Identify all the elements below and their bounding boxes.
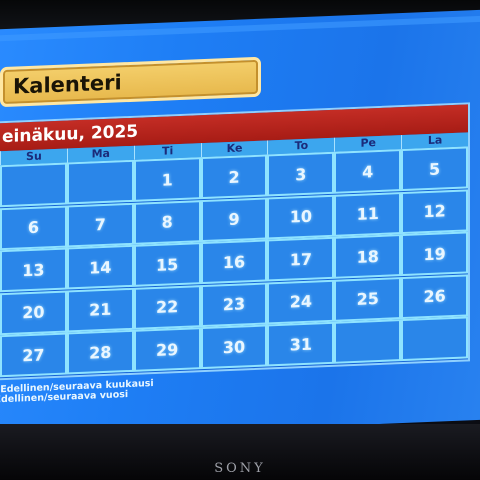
day-cell-empty: [0, 162, 67, 208]
day-cell[interactable]: 5: [401, 146, 469, 192]
day-cell[interactable]: 7: [66, 202, 134, 248]
calendar-grid: einäkuu, 2025 Su Ma Ti Ke To Pe La 1 2 3…: [0, 102, 470, 381]
day-cell[interactable]: 12: [401, 188, 469, 234]
app-title-bar: Kalenteri: [0, 56, 261, 108]
day-cell[interactable]: 6: [0, 205, 67, 250]
day-cell[interactable]: 21: [66, 287, 134, 333]
day-cell[interactable]: 23: [200, 282, 268, 327]
day-cell[interactable]: 11: [334, 191, 402, 237]
day-cell[interactable]: 31: [267, 322, 335, 367]
day-cell[interactable]: 4: [334, 149, 402, 194]
tv-brand-logo: SONY: [214, 461, 266, 476]
day-cell[interactable]: 27: [0, 332, 67, 378]
day-cell-empty: [66, 159, 134, 205]
day-cell[interactable]: 19: [401, 231, 469, 277]
app-title: Kalenteri: [13, 70, 122, 99]
day-cell[interactable]: 13: [0, 247, 67, 293]
day-cell[interactable]: 24: [267, 279, 335, 325]
day-cell[interactable]: 2: [200, 154, 268, 200]
day-cell[interactable]: 20: [0, 290, 67, 335]
tv-screen: Kalenteri einäkuu, 2025 Su Ma Ti Ke To P…: [0, 9, 480, 440]
day-cell[interactable]: 16: [200, 239, 268, 285]
day-cell[interactable]: 28: [66, 330, 134, 375]
day-cell[interactable]: 17: [267, 236, 335, 282]
day-cell[interactable]: 9: [200, 197, 268, 242]
day-cell[interactable]: 25: [334, 276, 402, 322]
day-cell[interactable]: 14: [66, 245, 134, 290]
day-cell-empty: [334, 319, 402, 365]
day-cell[interactable]: 29: [133, 327, 201, 373]
day-cell[interactable]: 1: [133, 157, 201, 202]
day-cell[interactable]: 10: [267, 194, 335, 240]
day-cell[interactable]: 22: [133, 284, 201, 330]
day-cell[interactable]: 30: [200, 324, 268, 370]
day-cell[interactable]: 3: [267, 151, 335, 197]
day-cell[interactable]: 18: [334, 234, 402, 279]
month-label: einäkuu, 2025: [2, 121, 139, 148]
day-cell[interactable]: 15: [133, 242, 201, 288]
days-grid: 1 2 3 4 5 6 7 8 9 10 11 12 13 14 15 16 1…: [0, 146, 469, 378]
day-cell-empty: [401, 316, 469, 362]
day-cell[interactable]: 8: [133, 199, 201, 245]
day-cell[interactable]: 26: [401, 274, 469, 319]
